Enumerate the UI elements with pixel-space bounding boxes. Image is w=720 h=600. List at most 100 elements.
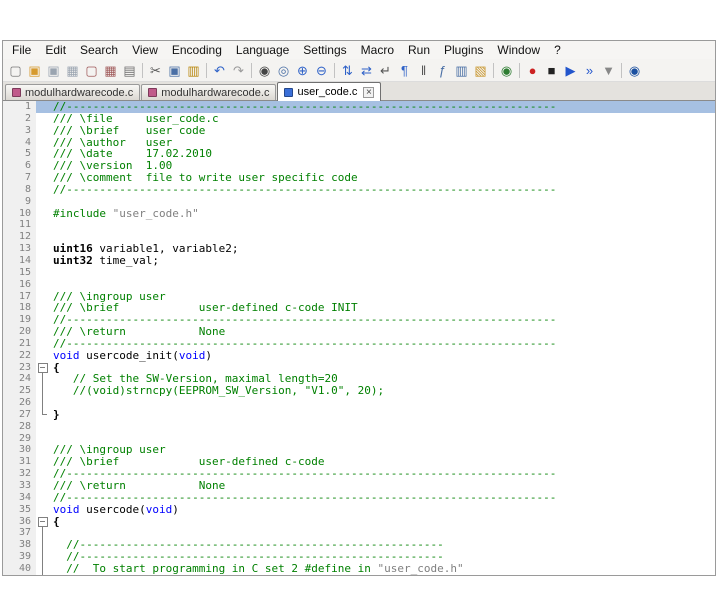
fold-margin bbox=[36, 172, 49, 184]
toolbar-button-record-macro[interactable]: ● bbox=[523, 61, 542, 80]
toolbar-button-function-list[interactable]: ƒ bbox=[433, 61, 452, 80]
menu-item-view[interactable]: View bbox=[125, 42, 165, 58]
fold-margin bbox=[36, 137, 49, 149]
toolbar-button-save-macro[interactable]: ▼ bbox=[599, 61, 618, 80]
code-text[interactable] bbox=[49, 219, 715, 231]
tab-user_code-c[interactable]: user_code.c× bbox=[277, 82, 381, 101]
toolbar-button-stop-macro[interactable]: ■ bbox=[542, 61, 561, 80]
fold-margin bbox=[36, 563, 49, 575]
fold-margin bbox=[36, 456, 49, 468]
code-text[interactable]: #include "user_code.h" bbox=[49, 208, 715, 220]
line-number: 5 bbox=[3, 148, 36, 160]
code-text[interactable]: //--------------------------------------… bbox=[49, 184, 715, 196]
menu-item-window[interactable]: Window bbox=[490, 42, 547, 58]
fold-margin bbox=[36, 350, 49, 362]
fold-toggle-icon[interactable] bbox=[36, 516, 49, 528]
menu-item-macro[interactable]: Macro bbox=[354, 42, 401, 58]
menu-item-edit[interactable]: Edit bbox=[38, 42, 73, 58]
tab-modulhardwarecode-c[interactable]: modulhardwarecode.c bbox=[141, 84, 276, 100]
code-line: 25 //(void)strncpy(EEPROM_SW_Version, "V… bbox=[3, 385, 715, 397]
menu-item-search[interactable]: Search bbox=[73, 42, 125, 58]
toolbar-button-undo[interactable]: ↶ bbox=[210, 61, 229, 80]
toolbar-button-new-file[interactable]: ▢ bbox=[6, 61, 25, 80]
menu-item-encoding[interactable]: Encoding bbox=[165, 42, 229, 58]
toolbar-button-close-file[interactable]: ▢ bbox=[82, 61, 101, 80]
tab-modulhardwarecode-c[interactable]: modulhardwarecode.c bbox=[5, 84, 140, 100]
line-number: 23 bbox=[3, 362, 36, 374]
indent-guide-icon: ‖ bbox=[421, 64, 426, 77]
code-text[interactable]: // To start programming in C set 2 #defi… bbox=[49, 563, 715, 575]
close-file-icon: ▢ bbox=[85, 64, 97, 77]
code-text[interactable] bbox=[49, 397, 715, 409]
toolbar-button-word-wrap[interactable]: ↵ bbox=[376, 61, 395, 80]
line-number: 33 bbox=[3, 480, 36, 492]
menu-bar: FileEditSearchViewEncodingLanguageSettin… bbox=[3, 41, 715, 59]
toolbar-button-indent-guide[interactable]: ‖ bbox=[414, 61, 433, 80]
code-line: 36 { bbox=[3, 516, 715, 528]
record-macro-icon: ● bbox=[529, 64, 537, 77]
menu-item-language[interactable]: Language bbox=[229, 42, 296, 58]
fold-margin bbox=[36, 504, 49, 516]
menu-item-plugins[interactable]: Plugins bbox=[437, 42, 490, 58]
line-number: 28 bbox=[3, 421, 36, 433]
code-text[interactable]: void usercode_init(void) bbox=[49, 350, 715, 362]
fold-toggle-icon[interactable] bbox=[36, 362, 49, 374]
toolbar-separator bbox=[621, 63, 622, 78]
toolbar-button-sync-vertical-scroll[interactable]: ⇅ bbox=[338, 61, 357, 80]
line-number: 21 bbox=[3, 338, 36, 350]
fold-margin bbox=[36, 267, 49, 279]
code-text[interactable]: uint32 time_val; bbox=[49, 255, 715, 267]
zoom-in-icon: ⊕ bbox=[297, 64, 308, 77]
toolbar-button-paste[interactable]: ▥ bbox=[184, 61, 203, 80]
code-editor[interactable]: 1//-------------------------------------… bbox=[3, 101, 715, 575]
code-text[interactable] bbox=[49, 267, 715, 279]
fold-margin bbox=[36, 409, 49, 421]
fold-margin bbox=[36, 373, 49, 385]
toolbar-button-folder-as-workspace[interactable]: ▧ bbox=[471, 61, 490, 80]
print-icon: ▤ bbox=[123, 64, 135, 77]
toolbar-button-redo[interactable]: ↷ bbox=[229, 61, 248, 80]
new-file-icon: ▢ bbox=[9, 64, 21, 77]
fold-margin bbox=[36, 184, 49, 196]
code-text[interactable]: { bbox=[49, 516, 715, 528]
code-text[interactable]: //(void)strncpy(EEPROM_SW_Version, "V1.0… bbox=[49, 385, 715, 397]
toolbar-button-find[interactable]: ◉ bbox=[255, 61, 274, 80]
toolbar-button-find-replace[interactable]: ◎ bbox=[274, 61, 293, 80]
line-number: 13 bbox=[3, 243, 36, 255]
tab-label: modulhardwarecode.c bbox=[161, 87, 269, 99]
toolbar-button-print[interactable]: ▤ bbox=[120, 61, 139, 80]
close-tab-icon[interactable]: × bbox=[363, 87, 374, 98]
fold-margin bbox=[36, 243, 49, 255]
toolbar-button-document-map[interactable]: ▥ bbox=[452, 61, 471, 80]
menu-item-settings[interactable]: Settings bbox=[296, 42, 353, 58]
toolbar-button-open-file[interactable]: ▣ bbox=[25, 61, 44, 80]
toolbar-button-npp-logo[interactable]: ◉ bbox=[625, 61, 644, 80]
toolbar-button-show-all-characters[interactable]: ¶ bbox=[395, 61, 414, 80]
menu-item-file[interactable]: File bbox=[5, 42, 38, 58]
line-number: 36 bbox=[3, 516, 36, 528]
toolbar-button-zoom-out[interactable]: ⊖ bbox=[312, 61, 331, 80]
code-text[interactable]: void usercode(void) bbox=[49, 504, 715, 516]
toolbar-button-close-all[interactable]: ▦ bbox=[101, 61, 120, 80]
toolbar-button-run-macro-multiple[interactable]: » bbox=[580, 61, 599, 80]
paste-icon: ▥ bbox=[187, 64, 199, 77]
toolbar-button-sync-horizontal-scroll[interactable]: ⇄ bbox=[357, 61, 376, 80]
code-text[interactable]: } bbox=[49, 409, 715, 421]
file-status-icon bbox=[148, 88, 157, 97]
toolbar-button-cut[interactable]: ✂ bbox=[146, 61, 165, 80]
toolbar-button-save-file[interactable]: ▣ bbox=[44, 61, 63, 80]
toolbar-button-play-macro[interactable]: ▶ bbox=[561, 61, 580, 80]
fold-margin bbox=[36, 444, 49, 456]
code-text[interactable] bbox=[49, 421, 715, 433]
menu-item-help[interactable]: ? bbox=[547, 42, 568, 58]
toolbar-button-monitoring[interactable]: ◉ bbox=[497, 61, 516, 80]
fold-margin bbox=[36, 539, 49, 551]
code-line: 40 // To start programming in C set 2 #d… bbox=[3, 563, 715, 575]
toolbar-button-save-all[interactable]: ▦ bbox=[63, 61, 82, 80]
menu-item-run[interactable]: Run bbox=[401, 42, 437, 58]
toolbar-button-zoom-in[interactable]: ⊕ bbox=[293, 61, 312, 80]
fold-margin bbox=[36, 101, 49, 113]
line-number: 16 bbox=[3, 279, 36, 291]
toolbar-button-copy[interactable]: ▣ bbox=[165, 61, 184, 80]
fold-margin bbox=[36, 551, 49, 563]
